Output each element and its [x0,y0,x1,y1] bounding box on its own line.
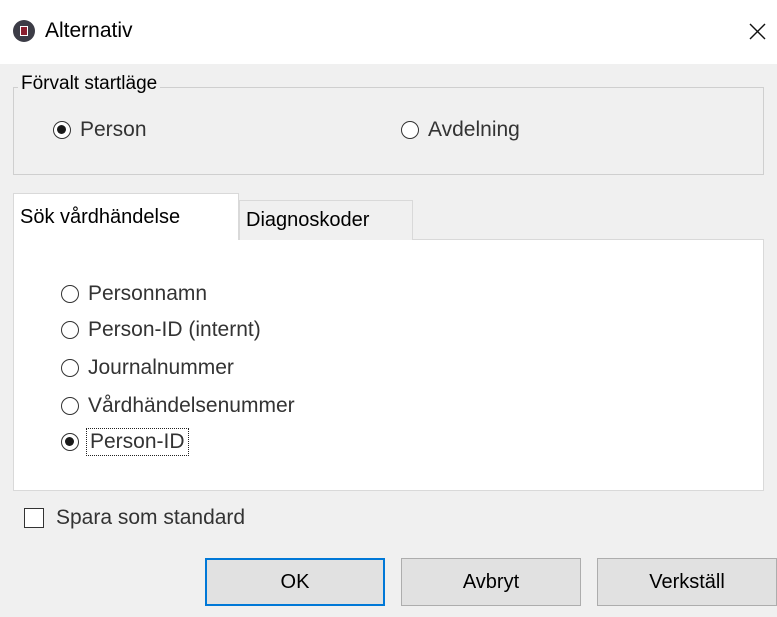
radio-label: Personnamn [88,282,208,305]
radio-person-id[interactable]: Person-ID [61,428,189,456]
radio-label-focused: Person-ID [86,428,189,456]
radio-label: Avdelning [428,118,520,141]
radio-personnamn[interactable]: Personnamn [61,282,207,306]
radio-button[interactable] [401,121,419,139]
radio-label: Person [80,118,147,141]
apply-button[interactable]: Verkställ [597,558,777,606]
cancel-button[interactable]: Avbryt [401,558,581,606]
radio-label: Vårdhändelsenummer [88,394,295,417]
title-bar[interactable]: Alternativ [0,0,777,64]
radio-label: Person-ID (internt) [88,318,261,341]
ok-button[interactable]: OK [205,558,385,606]
checkbox-box[interactable] [24,508,44,528]
radio-button[interactable] [61,397,79,415]
window-title: Alternativ [45,19,133,42]
close-icon [749,23,766,40]
startup-mode-legend: Förvalt startläge [18,73,161,95]
radio-button[interactable] [61,285,79,303]
radio-button-checked[interactable] [61,433,79,451]
close-button[interactable] [742,14,772,48]
radio-journalnummer[interactable]: Journalnummer [61,356,234,380]
app-icon [13,20,35,42]
tab-search-care-event[interactable]: Sök vårdhändelse [13,193,239,240]
radio-button-checked[interactable] [53,121,71,139]
radio-button[interactable] [61,321,79,339]
checkbox-label: Spara som standard [56,506,246,529]
save-as-default-checkbox[interactable]: Spara som standard [24,506,245,530]
radio-button[interactable] [61,359,79,377]
radio-person[interactable]: Person [53,118,147,142]
radio-avdelning[interactable]: Avdelning [401,118,520,142]
tab-diagnosis-codes[interactable]: Diagnoskoder [239,200,413,240]
radio-vardhandelsenummer[interactable]: Vårdhändelsenummer [61,394,295,418]
radio-label: Journalnummer [88,356,234,379]
radio-person-id-internal[interactable]: Person-ID (internt) [61,318,261,342]
